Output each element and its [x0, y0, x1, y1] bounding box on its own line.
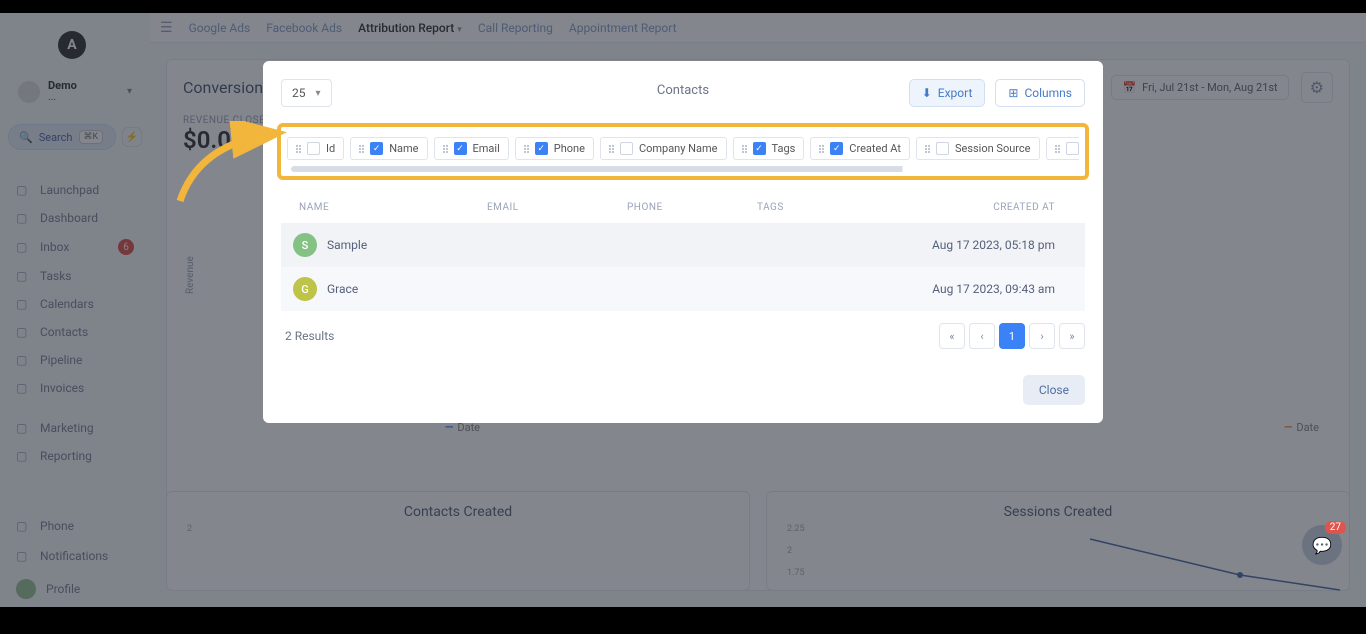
pagination: « ‹ 1 › »: [939, 323, 1085, 349]
col-header-created: CREATED AT: [899, 202, 1079, 213]
checkbox[interactable]: [936, 142, 949, 155]
export-button[interactable]: ⬇ Export: [909, 79, 986, 107]
checkbox[interactable]: ✓: [535, 142, 548, 155]
columns-button[interactable]: ⊞ Columns: [995, 79, 1085, 107]
drag-handle-icon: [819, 145, 824, 153]
chat-widget-button[interactable]: 💬 27: [1302, 525, 1342, 565]
checkbox[interactable]: [1066, 142, 1079, 155]
close-button[interactable]: Close: [1023, 375, 1085, 405]
column-chip-company name[interactable]: Company Name: [600, 137, 727, 160]
column-chip-phone[interactable]: ✓ Phone: [515, 137, 594, 160]
chat-badge: 27: [1325, 521, 1346, 534]
drag-handle-icon: [296, 145, 301, 153]
column-chip-session source[interactable]: Session Source: [916, 137, 1040, 160]
table-row[interactable]: S Sample Aug 17 2023, 05:18 pm: [281, 223, 1085, 267]
checkbox[interactable]: ✓: [830, 142, 843, 155]
column-chip-campaign[interactable]: Campaign: [1046, 137, 1079, 160]
modal-overlay: 25 ▾ Contacts ⬇ Export ⊞ Columns: [0, 13, 1366, 607]
chevron-down-icon: ▾: [316, 88, 321, 99]
contact-avatar: S: [293, 233, 317, 257]
download-icon: ⬇: [922, 86, 932, 100]
contacts-modal: 25 ▾ Contacts ⬇ Export ⊞ Columns: [263, 61, 1103, 423]
drag-handle-icon: [1055, 145, 1060, 153]
drag-handle-icon: [524, 145, 529, 153]
column-chip-tags[interactable]: ✓ Tags: [733, 137, 805, 160]
page-prev[interactable]: ‹: [969, 323, 995, 349]
page-last[interactable]: »: [1059, 323, 1085, 349]
columns-icon: ⊞: [1008, 86, 1018, 100]
modal-title: Contacts: [657, 83, 709, 98]
col-header-tags: TAGS: [757, 202, 877, 213]
column-chip-name[interactable]: ✓ Name: [350, 137, 427, 160]
drag-handle-icon: [925, 145, 930, 153]
col-header-name: NAME: [287, 202, 487, 213]
cell-name: Sample: [327, 238, 487, 252]
contacts-table: NAME EMAIL PHONE TAGS CREATED AT S Sampl…: [281, 192, 1085, 355]
chat-icon: 💬: [1312, 536, 1332, 555]
column-config-strip: Id ✓ Name ✓ Email ✓ Phone Company Name ✓…: [277, 123, 1089, 180]
results-count: 2 Results: [281, 329, 334, 343]
app-frame: A Demo... ▾ 🔍 Search ⌘K ⚡ ▢ Launchpad ▢ …: [0, 13, 1366, 607]
table-row[interactable]: G Grace Aug 17 2023, 09:43 am: [281, 267, 1085, 311]
checkbox[interactable]: [307, 142, 320, 155]
cell-created-at: Aug 17 2023, 09:43 am: [899, 282, 1079, 296]
page-first[interactable]: «: [939, 323, 965, 349]
drag-handle-icon: [742, 145, 747, 153]
checkbox[interactable]: [620, 142, 633, 155]
page-1[interactable]: 1: [999, 323, 1025, 349]
column-chip-email[interactable]: ✓ Email: [434, 137, 509, 160]
checkbox[interactable]: ✓: [370, 142, 383, 155]
col-header-phone: PHONE: [627, 202, 757, 213]
column-chip-id[interactable]: Id: [287, 137, 344, 160]
rows-per-page-select[interactable]: 25 ▾: [281, 79, 332, 107]
drag-handle-icon: [443, 145, 448, 153]
col-header-email: EMAIL: [487, 202, 627, 213]
cell-created-at: Aug 17 2023, 05:18 pm: [899, 238, 1079, 252]
cell-name: Grace: [327, 282, 487, 296]
horizontal-scrollbar[interactable]: [291, 166, 1075, 172]
drag-handle-icon: [359, 145, 364, 153]
column-chip-created at[interactable]: ✓ Created At: [810, 137, 910, 160]
page-next[interactable]: ›: [1029, 323, 1055, 349]
drag-handle-icon: [609, 145, 614, 153]
checkbox[interactable]: ✓: [753, 142, 766, 155]
contact-avatar: G: [293, 277, 317, 301]
checkbox[interactable]: ✓: [454, 142, 467, 155]
